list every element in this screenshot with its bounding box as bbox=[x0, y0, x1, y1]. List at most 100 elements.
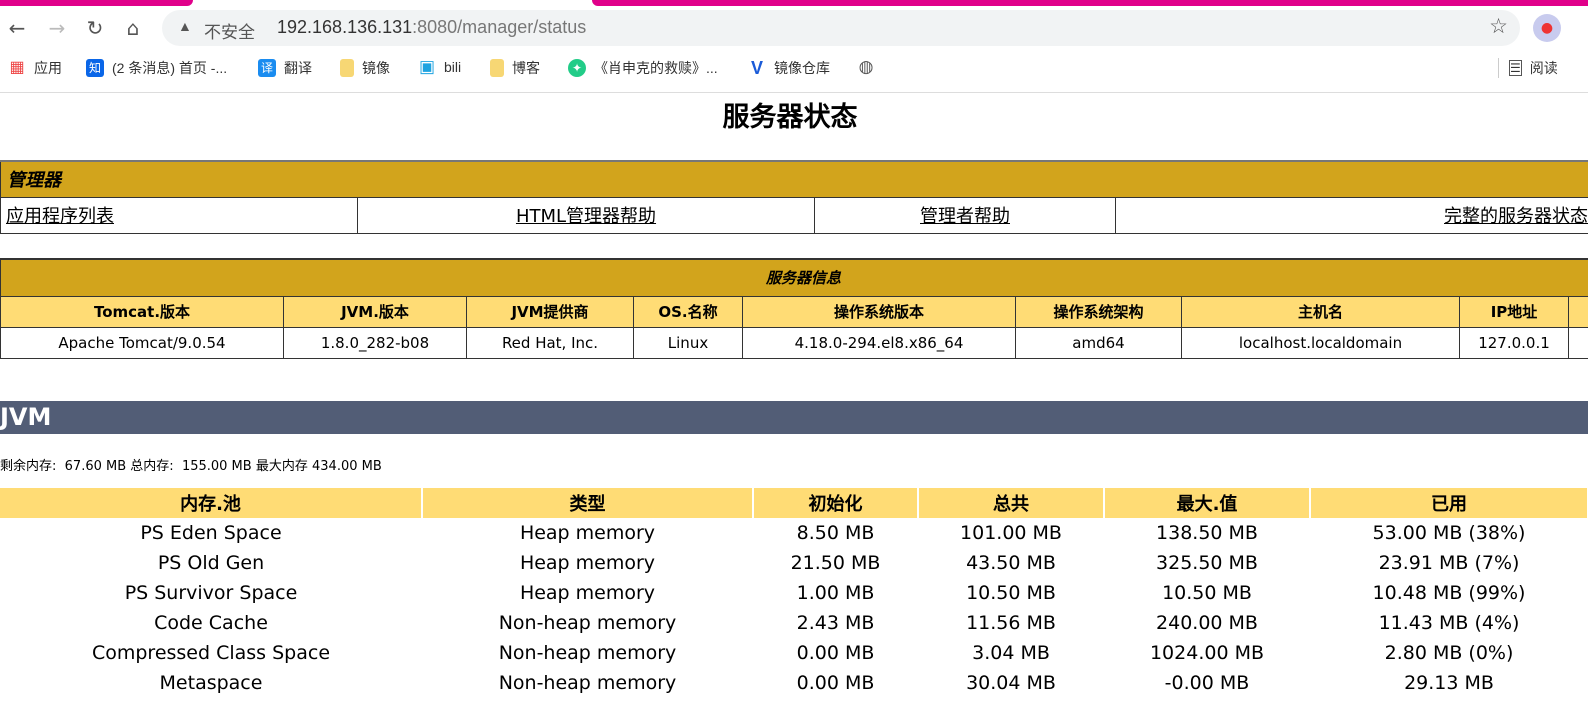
server-info-value: 1.8.0_282-b08 bbox=[283, 326, 467, 359]
memory-cell: 101.00 MB bbox=[960, 522, 1062, 544]
memory-cell: PS Old Gen bbox=[157, 552, 265, 574]
memory-cell: 8.50 MB bbox=[796, 522, 875, 544]
memory-table-header: 总共 bbox=[918, 488, 1105, 518]
bookmark-item[interactable]: 镜像 bbox=[340, 58, 390, 78]
server-info-header: JVM.版本 bbox=[283, 295, 467, 328]
memory-cell: Heap memory bbox=[519, 552, 656, 574]
divider bbox=[0, 92, 1588, 93]
manager-table: 管理器 应用程序列表 HTML管理器帮助 管理者帮助 完整的服务器状态 bbox=[0, 160, 1588, 234]
memory-table-header: 初始化 bbox=[753, 488, 919, 518]
url-text[interactable]: 192.168.136.131:8080/manager/status bbox=[277, 17, 586, 38]
folder-icon bbox=[340, 59, 354, 77]
bookmark-star-icon[interactable]: ☆ bbox=[1489, 14, 1508, 39]
reload-icon[interactable]: ↻ bbox=[82, 16, 108, 40]
server-info-header: JVM提供商 bbox=[466, 295, 634, 328]
bookmark-item[interactable]: V 镜像仓库 bbox=[748, 58, 830, 78]
server-info-table: 服务器信息 Tomcat.版本 JVM.版本 JVM提供商 OS.名称 操作系统版本 操作… bbox=[0, 258, 1588, 359]
memory-cell: 3.04 MB bbox=[972, 642, 1050, 664]
memory-cell: 11.43 MB (4%) bbox=[1378, 612, 1520, 634]
server-info-value: Linux bbox=[633, 326, 743, 359]
server-info-value: Apache Tomcat/9.0.54 bbox=[0, 326, 284, 359]
link-app-list[interactable]: 应用程序列表 bbox=[6, 206, 114, 227]
memory-cell: 138.50 MB bbox=[1156, 522, 1258, 544]
table-row: PS Old Gen Heap memory 21.50 MB 43.50 MB 325… bbox=[0, 548, 1588, 578]
memory-cell: Non-heap memory bbox=[498, 672, 677, 694]
bookmark-label: 翻译 bbox=[284, 60, 312, 76]
bookmark-label: 应用 bbox=[34, 60, 62, 76]
home-icon[interactable]: ⌂ bbox=[120, 16, 146, 40]
server-info-header: 操作系统版本 bbox=[742, 295, 1016, 328]
back-icon[interactable]: ← bbox=[4, 16, 30, 40]
bookmark-item[interactable]: ▣ bili bbox=[418, 58, 461, 76]
url-path: :8080/manager/status bbox=[412, 17, 587, 37]
memory-table-header: 内存.池 bbox=[0, 488, 423, 518]
memory-cell: 1.00 MB bbox=[796, 582, 875, 604]
memory-cell: PS Survivor Space bbox=[124, 582, 298, 604]
page-title: 服务器状态 bbox=[722, 102, 858, 133]
memory-cell: Heap memory bbox=[519, 522, 656, 544]
table-row: Compressed Class Space Non-heap memory 0.0… bbox=[0, 638, 1588, 668]
bookmark-label: bili bbox=[444, 59, 462, 75]
table-row: PS Survivor Space Heap memory 1.00 MB 10.50… bbox=[0, 578, 1588, 608]
memory-cell: 2.43 MB bbox=[796, 612, 875, 634]
reading-list[interactable]: ☰ 阅读 bbox=[1498, 58, 1558, 78]
address-bar[interactable]: ▲ 不安全 192.168.136.131:8080/manager/statu… bbox=[162, 10, 1520, 46]
link-html-manager-help[interactable]: HTML管理器帮助 bbox=[516, 206, 656, 227]
total-memory-value: 155.00 MB bbox=[181, 459, 252, 474]
server-info-header-extra bbox=[1567, 295, 1588, 328]
server-info-header: OS.名称 bbox=[633, 295, 743, 328]
memory-cell: 53.00 MB (38%) bbox=[1372, 522, 1526, 544]
profile-avatar[interactable]: ● bbox=[1533, 14, 1561, 42]
memory-cell: 240.00 MB bbox=[1156, 612, 1258, 634]
bookmark-item[interactable]: 译翻译 bbox=[258, 58, 312, 78]
memory-pool-table: 内存.池 类型 初始化 总共 最大.值 已用 PS Eden Space Heap memo… bbox=[0, 488, 1588, 698]
apps-icon: ▦ bbox=[9, 59, 25, 76]
bookmark-item[interactable]: ✦ 《肖申克的救赎》... bbox=[568, 58, 718, 78]
free-memory-value: 67.60 MB bbox=[64, 459, 127, 474]
memory-cell: 0.00 MB bbox=[796, 642, 875, 664]
bookmark-item[interactable]: ◍ bbox=[857, 58, 875, 76]
server-info-value: localhost.localdomain bbox=[1181, 326, 1460, 359]
server-info-header: IP地址 bbox=[1459, 295, 1569, 328]
bookmark-label: 《肖申克的救赎》... bbox=[594, 60, 718, 76]
bookmarks-bar: ▦ 应用 知 (2 条消息) 首页 -... 译翻译 镜像 ▣ bili 博客 ✦ 《肖申克的救赎》… bbox=[0, 54, 1588, 84]
total-memory-label: 总内存: bbox=[130, 459, 174, 474]
memory-cell: 1024.00 MB bbox=[1149, 642, 1265, 664]
memory-cell: 325.50 MB bbox=[1156, 552, 1258, 574]
server-info-value-extra bbox=[1567, 326, 1588, 359]
memory-table-header: 最大.值 bbox=[1104, 488, 1311, 518]
zhihu-icon: 知 bbox=[86, 59, 104, 77]
browser-toolbar: ← → ↻ ⌂ ▲ 不安全 192.168.136.131:8080/manag… bbox=[0, 10, 1588, 48]
memory-cell: 0.00 MB bbox=[796, 672, 875, 694]
reading-list-label: 阅读 bbox=[1529, 60, 1558, 76]
server-info-header: 主机名 bbox=[1181, 295, 1460, 328]
memory-cell: Compressed Class Space bbox=[91, 642, 331, 664]
tab-strip bbox=[0, 0, 1588, 6]
bookmark-item[interactable]: ▦ 应用 bbox=[8, 58, 62, 78]
memory-table-header: 类型 bbox=[422, 488, 754, 518]
link-manager-help[interactable]: 管理者帮助 bbox=[920, 206, 1010, 227]
memory-cell: 11.56 MB bbox=[966, 612, 1056, 634]
bilibili-icon: ▣ bbox=[418, 57, 436, 76]
memory-cell: 30.04 MB bbox=[966, 672, 1056, 694]
memory-cell: -0.00 MB bbox=[1164, 672, 1250, 694]
bookmark-item[interactable]: 知 (2 条消息) 首页 -... bbox=[86, 58, 227, 78]
bookmark-label: 镜像仓库 bbox=[774, 60, 830, 76]
bookmark-item[interactable]: 博客 bbox=[490, 58, 540, 78]
forward-icon[interactable]: → bbox=[44, 16, 70, 40]
jvm-memory-summary: 剩余内存: 67.60 MB 总内存: 155.00 MB 最大内存 434.0… bbox=[0, 455, 382, 474]
link-complete-status[interactable]: 完整的服务器状态 bbox=[1444, 206, 1588, 227]
bookmark-label: 镜像 bbox=[362, 60, 390, 76]
server-info-value: Red Hat, Inc. bbox=[466, 326, 634, 359]
server-info-value: 127.0.0.1 bbox=[1459, 326, 1569, 359]
server-info-value: 4.18.0-294.el8.x86_64 bbox=[742, 326, 1016, 359]
memory-cell: 10.50 MB bbox=[1162, 582, 1252, 604]
manager-title: 管理器 bbox=[0, 160, 1588, 198]
memory-cell: 29.13 MB bbox=[1404, 672, 1494, 694]
v-icon: V bbox=[750, 58, 763, 78]
warning-icon: ▲ bbox=[178, 18, 192, 34]
memory-cell: 10.48 MB (99%) bbox=[1372, 582, 1526, 604]
bookmark-label: 博客 bbox=[512, 60, 540, 76]
memory-cell: Code Cache bbox=[154, 612, 268, 634]
memory-cell: 2.80 MB (0%) bbox=[1384, 642, 1514, 664]
